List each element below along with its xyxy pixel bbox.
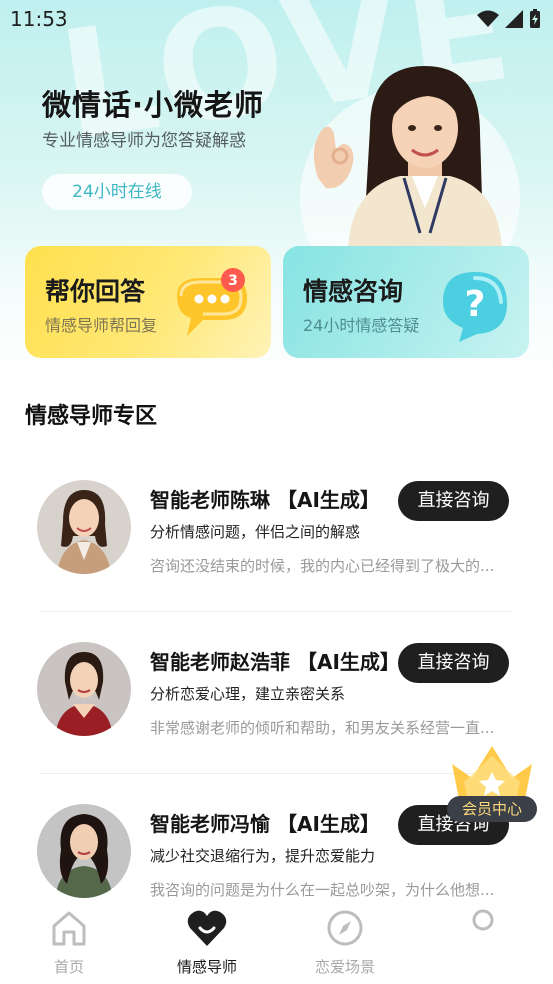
emotion-consult-subtitle: 24小时情感答疑 [303, 316, 420, 335]
avatar [37, 480, 131, 574]
avatar [37, 642, 131, 736]
teacher-desc: 分析恋爱心理，建立亲密关系 [150, 685, 346, 703]
teacher-name: 智能老师赵浩菲 【AI生成】 [150, 650, 400, 674]
question-bubble-icon: ? [443, 272, 507, 342]
teacher-quote: 非常感谢老师的倾听和帮助，和男友关系经营一直... [150, 719, 495, 737]
consult-button[interactable]: 直接咨询 [398, 481, 509, 521]
hero-title: 微情话·小微老师 [42, 88, 265, 122]
teacher-quote: 我咨询的问题是为什么在一起总吵架，为什么他想... [150, 881, 495, 899]
tab-label: 恋爱场景 [314, 958, 375, 976]
home-icon [52, 911, 86, 946]
tab-label: 情感导师 [176, 958, 237, 976]
status-time: 11:53 [10, 7, 68, 31]
tab-love-scene[interactable]: 恋爱场景 [276, 900, 414, 984]
emotion-consult-title: 情感咨询 [303, 277, 404, 306]
vip-center-label: 会员中心 [447, 796, 537, 822]
notification-badge-count: 3 [228, 273, 238, 289]
help-answer-card[interactable]: 帮你回答 情感导师帮回复 3 [25, 246, 271, 358]
heart-icon [187, 910, 227, 946]
battery-icon [530, 9, 540, 28]
profile-icon [472, 909, 494, 931]
help-answer-subtitle: 情感导师帮回复 [45, 316, 158, 335]
compass-icon [327, 910, 363, 946]
tab-label: 首页 [53, 958, 84, 976]
divider [40, 773, 512, 774]
teacher-name: 智能老师陈琳 【AI生成】 [150, 488, 380, 512]
hero-subtitle: 专业情感导师为您答疑解惑 [42, 131, 246, 151]
svg-text:?: ? [465, 284, 486, 325]
consult-button[interactable]: 直接咨询 [398, 643, 509, 683]
chat-bubble-icon: 3 [177, 268, 247, 336]
teacher-list-item[interactable]: 智能老师陈琳 【AI生成】 分析情感问题，伴侣之间的解惑 咨询还没结束的时候，我… [0, 470, 553, 620]
avatar [37, 804, 131, 898]
bottom-tab-bar: 首页 情感导师 恋爱场景 [0, 900, 553, 984]
help-answer-title: 帮你回答 [45, 277, 146, 306]
teacher-desc: 分析情感问题，伴侣之间的解惑 [150, 523, 361, 541]
online-status-pill: 24小时在线 [42, 174, 192, 210]
status-icons [477, 9, 541, 29]
tab-emotion-mentor[interactable]: 情感导师 [138, 900, 276, 984]
teacher-name: 智能老师冯愉 【AI生成】 [150, 812, 380, 836]
teacher-desc: 减少社交退缩行为，提升恋爱能力 [150, 847, 376, 865]
tab-home[interactable]: 首页 [0, 900, 138, 984]
wifi-icon [477, 10, 499, 27]
status-bar: 11:53 [0, 0, 553, 38]
vip-center-button[interactable]: 会员中心 [444, 742, 540, 824]
emotion-consult-card[interactable]: 情感咨询 24小时情感答疑 ? [283, 246, 529, 358]
teacher-quote: 咨询还没结束的时候，我的内心已经得到了极大的... [150, 557, 495, 575]
section-title: 情感导师专区 [25, 404, 158, 429]
tab-profile[interactable] [414, 900, 552, 984]
divider [40, 611, 512, 612]
signal-icon [505, 10, 523, 28]
teacher-portrait [313, 66, 502, 248]
